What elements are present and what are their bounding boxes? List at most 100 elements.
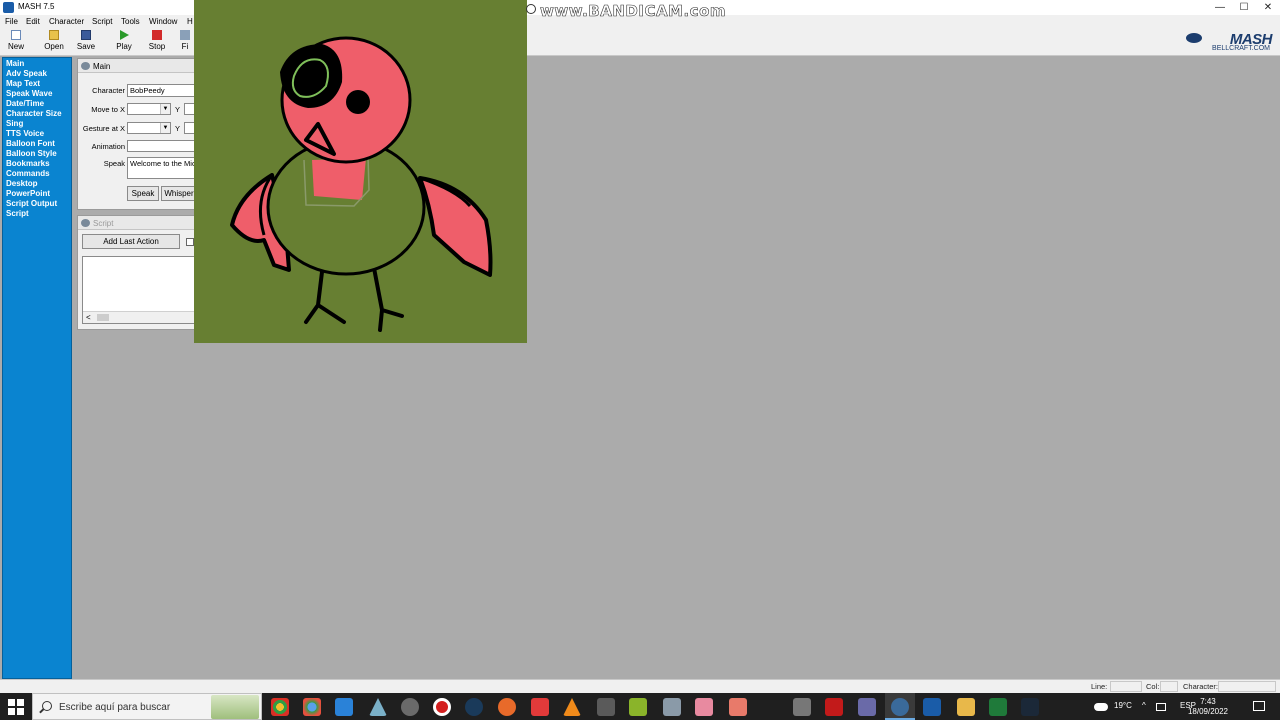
sidebar-item-bookmarks[interactable]: Bookmarks (3, 159, 71, 169)
minimize-button[interactable]: — (1208, 0, 1232, 15)
app-red-icon[interactable] (825, 698, 843, 716)
status-bar: Line: Col: Character: (0, 679, 1280, 693)
sidebar-item-tts-voice[interactable]: TTS Voice (3, 129, 71, 139)
clock-date: 18/09/2022 (1187, 707, 1228, 716)
open-button[interactable]: Open (39, 30, 69, 54)
menu-tools[interactable]: Tools (121, 17, 140, 26)
search-highlight-image (211, 695, 259, 719)
stop-icon (152, 30, 162, 40)
scrollbar-thumb[interactable] (97, 314, 109, 321)
sidebar-item-map-text[interactable]: Map Text (3, 79, 71, 89)
script-panel-header: Script (78, 216, 206, 230)
app-icon[interactable] (663, 698, 681, 716)
chrome-canary-icon[interactable] (303, 698, 321, 716)
mash-logo: MASH BELLCRAFT.COM (1186, 31, 1273, 53)
sidebar-item-commands[interactable]: Commands (3, 169, 71, 179)
sidebar-item-speak-wave[interactable]: Speak Wave (3, 89, 71, 99)
sidebar-item-character-size[interactable]: Character Size (3, 109, 71, 119)
sidebar-item-script-output[interactable]: Script Output (3, 199, 71, 209)
chevron-down-icon: ▼ (160, 123, 170, 133)
app-icon[interactable] (793, 698, 811, 716)
notifications-icon[interactable] (1253, 701, 1265, 711)
move-to-x-combo[interactable]: ▼ (127, 103, 171, 115)
menu-character[interactable]: Character (49, 17, 84, 26)
steam-icon[interactable] (1021, 698, 1039, 716)
app-purple-icon[interactable] (858, 698, 876, 716)
network-icon[interactable] (1156, 703, 1166, 711)
mash-swirl-icon (1186, 33, 1202, 43)
sidebar-item-balloon-font[interactable]: Balloon Font (3, 139, 71, 149)
script-panel: Script Add Last Action < (77, 215, 207, 330)
play-icon (119, 30, 129, 40)
app-coral-icon[interactable] (729, 698, 747, 716)
status-character-value (1218, 681, 1276, 692)
minecraft-icon[interactable] (629, 698, 647, 716)
panel-icon (81, 62, 90, 70)
sidebar-item-sing[interactable]: Sing (3, 119, 71, 129)
speak-button[interactable]: Speak (127, 186, 159, 201)
sidebar-item-desktop[interactable]: Desktop (3, 179, 71, 189)
gesture-at-x-combo[interactable]: ▼ (127, 122, 171, 134)
animation-label: Animation (91, 142, 125, 151)
save-button[interactable]: Save (71, 30, 101, 54)
scroll-left-arrow[interactable]: < (86, 313, 91, 322)
mash-taskbar-icon[interactable] (891, 698, 909, 716)
play-button[interactable]: Play (109, 30, 139, 54)
sidebar-item-powerpoint[interactable]: PowerPoint (3, 189, 71, 199)
chrome-icon[interactable] (271, 698, 289, 716)
weather-cloud-icon[interactable] (1094, 703, 1108, 711)
menu-help[interactable]: H (187, 17, 193, 26)
move-to-y-label: Y (175, 105, 181, 114)
weather-temp[interactable]: 19°C (1114, 701, 1132, 710)
excel-icon[interactable] (989, 698, 1007, 716)
sidebar-nav: Main Adv Speak Map Text Speak Wave Date/… (2, 57, 72, 679)
record-icon[interactable] (433, 698, 451, 716)
mail-icon[interactable] (335, 698, 353, 716)
speak-label: Speak (103, 159, 125, 168)
new-document-icon (11, 30, 21, 40)
file-explorer-icon[interactable] (957, 698, 975, 716)
toolbar: New Open Save Play Stop Fi (0, 28, 1280, 56)
close-button[interactable]: ✕ (1256, 0, 1280, 15)
script-text-area[interactable]: < (82, 256, 204, 324)
obs-icon[interactable] (465, 698, 483, 716)
status-line-label: Line: (1091, 682, 1108, 691)
monitor-icon[interactable] (923, 698, 941, 716)
menu-script[interactable]: Script (92, 17, 112, 26)
horizontal-scrollbar[interactable]: < (83, 311, 203, 323)
vlc-icon[interactable] (563, 698, 581, 716)
menu-edit[interactable]: Edit (26, 17, 40, 26)
whisper-button[interactable]: Whisper (161, 186, 197, 201)
find-button[interactable]: Fi (176, 30, 194, 54)
app-pink-icon[interactable] (695, 698, 713, 716)
taskbar-clock[interactable]: 7:43 18/09/2022 (1188, 697, 1228, 717)
maximize-button[interactable]: ☐ (1232, 0, 1256, 15)
character-label: Character (92, 86, 125, 95)
menu-file[interactable]: File (5, 17, 18, 26)
sidebar-item-adv-speak[interactable]: Adv Speak (3, 69, 71, 79)
character-canvas[interactable] (194, 0, 527, 343)
app-red-icon[interactable] (531, 698, 549, 716)
taskbar-search-box[interactable]: Escribe aquí para buscar (32, 693, 262, 720)
sidebar-item-balloon-style[interactable]: Balloon Style (3, 149, 71, 159)
sidebar-item-script[interactable]: Script (3, 209, 71, 219)
open-folder-icon (49, 30, 59, 40)
app-icon[interactable] (401, 698, 419, 716)
chevron-down-icon: ▼ (160, 104, 170, 114)
app-gray-icon[interactable] (597, 698, 615, 716)
tray-arrow-icon[interactable]: ^ (1142, 701, 1146, 710)
window-title: MASH 7.5 (18, 2, 55, 11)
stop-button[interactable]: Stop (142, 30, 172, 54)
sidebar-item-date-time[interactable]: Date/Time (3, 99, 71, 109)
menu-window[interactable]: Window (149, 17, 177, 26)
app-orange-icon[interactable] (498, 698, 516, 716)
sidebar-item-main[interactable]: Main (3, 59, 71, 69)
new-button[interactable]: New (1, 30, 31, 54)
search-placeholder: Escribe aquí para buscar (59, 702, 171, 713)
script-checkbox[interactable] (186, 238, 194, 246)
windows-start-icon[interactable] (8, 699, 24, 715)
inkscape-icon[interactable] (369, 698, 387, 716)
main-panel-title: Main (93, 62, 111, 71)
bandicam-watermark: www.BANDICAM.com (540, 2, 727, 21)
add-last-action-button[interactable]: Add Last Action (82, 234, 180, 249)
